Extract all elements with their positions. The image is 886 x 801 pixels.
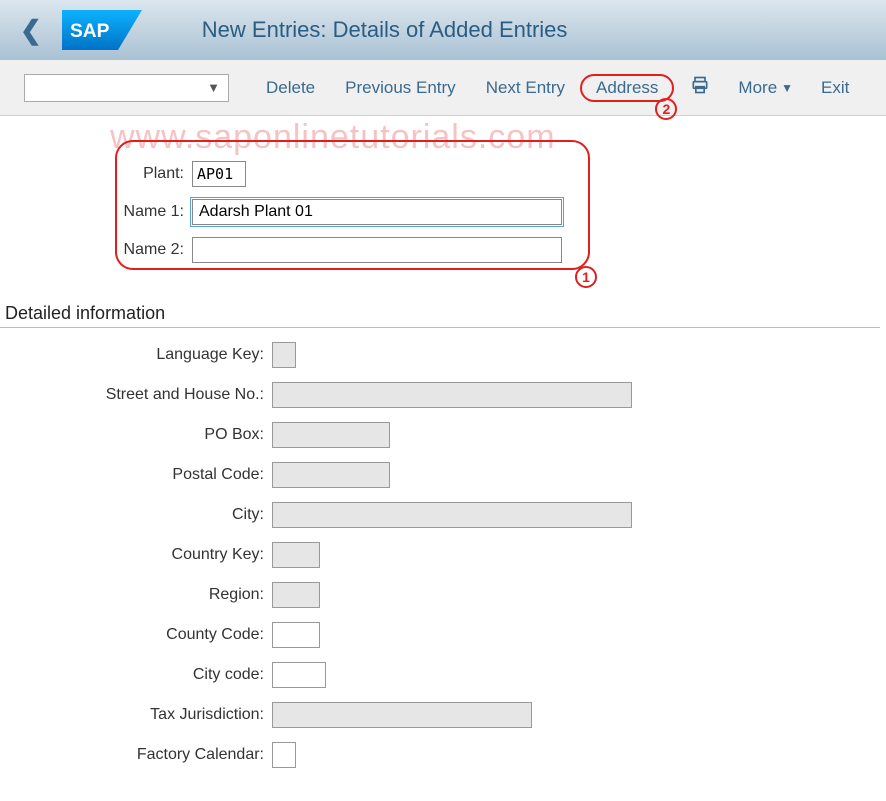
region-label: Region: (0, 586, 272, 604)
street-house-row: Street and House No.: (0, 382, 886, 408)
po-box-input[interactable] (272, 422, 390, 448)
chevron-down-icon: ▼ (781, 81, 793, 95)
view-dropdown[interactable]: ▼ (24, 74, 229, 102)
city-code-input[interactable] (272, 662, 326, 688)
address-button[interactable]: Address 2 (580, 74, 674, 102)
tax-jurisdiction-label: Tax Jurisdiction: (0, 706, 272, 724)
po-box-label: PO Box: (0, 426, 272, 444)
region-input[interactable] (272, 582, 320, 608)
chevron-down-icon: ▼ (207, 80, 220, 95)
city-code-row: City code: (0, 662, 886, 688)
name2-input[interactable] (192, 237, 562, 263)
country-key-row: Country Key: (0, 542, 886, 568)
toolbar: ▼ Delete Previous Entry Next Entry Addre… (0, 60, 886, 116)
more-button-label: More (738, 78, 777, 98)
city-row: City: (0, 502, 886, 528)
app-header: ❮ SAP New Entries: Details of Added Entr… (0, 0, 886, 60)
svg-text:SAP: SAP (70, 21, 110, 42)
print-icon[interactable] (690, 75, 710, 100)
country-key-input[interactable] (272, 542, 320, 568)
city-input[interactable] (272, 502, 632, 528)
delete-button[interactable]: Delete (251, 74, 330, 102)
county-code-label: County Code: (0, 626, 272, 644)
address-button-label: Address (596, 78, 658, 97)
factory-calendar-input[interactable] (272, 742, 296, 768)
next-entry-button[interactable]: Next Entry (471, 74, 580, 102)
name1-input[interactable] (192, 199, 562, 225)
postal-code-input[interactable] (272, 462, 390, 488)
tax-jurisdiction-input[interactable] (272, 702, 532, 728)
postal-code-label: Postal Code: (0, 466, 272, 484)
name2-row: Name 2: (0, 237, 886, 263)
plant-row: Plant: (0, 161, 886, 187)
region-row: Region: (0, 582, 886, 608)
language-key-label: Language Key: (0, 346, 272, 364)
exit-button[interactable]: Exit (821, 78, 849, 98)
plant-label: Plant: (0, 165, 192, 183)
county-code-input[interactable] (272, 622, 320, 648)
annotation-callout-1: 1 (575, 266, 597, 288)
street-house-label: Street and House No.: (0, 386, 272, 404)
more-button[interactable]: More ▼ (738, 78, 793, 98)
county-code-row: County Code: (0, 622, 886, 648)
back-arrow-icon[interactable]: ❮ (20, 15, 42, 46)
postal-code-row: Postal Code: (0, 462, 886, 488)
section-title: Detailed information (0, 275, 880, 328)
content-area: 1 Plant: Name 1: Name 2: Detailed inform… (0, 116, 886, 768)
tax-jurisdiction-row: Tax Jurisdiction: (0, 702, 886, 728)
factory-calendar-label: Factory Calendar: (0, 746, 272, 764)
language-key-row: Language Key: (0, 342, 886, 368)
country-key-label: Country Key: (0, 546, 272, 564)
street-house-input[interactable] (272, 382, 632, 408)
city-label: City: (0, 506, 272, 524)
name1-row: Name 1: (0, 199, 886, 225)
name2-label: Name 2: (0, 241, 192, 259)
city-code-label: City code: (0, 666, 272, 684)
po-box-row: PO Box: (0, 422, 886, 448)
previous-entry-button[interactable]: Previous Entry (330, 74, 471, 102)
factory-calendar-row: Factory Calendar: (0, 742, 886, 768)
plant-form: Plant: Name 1: Name 2: (0, 134, 886, 263)
name1-label: Name 1: (0, 203, 192, 221)
plant-input[interactable] (192, 161, 246, 187)
page-title: New Entries: Details of Added Entries (202, 17, 568, 43)
sap-logo[interactable]: SAP (62, 10, 142, 50)
language-key-input[interactable] (272, 342, 296, 368)
